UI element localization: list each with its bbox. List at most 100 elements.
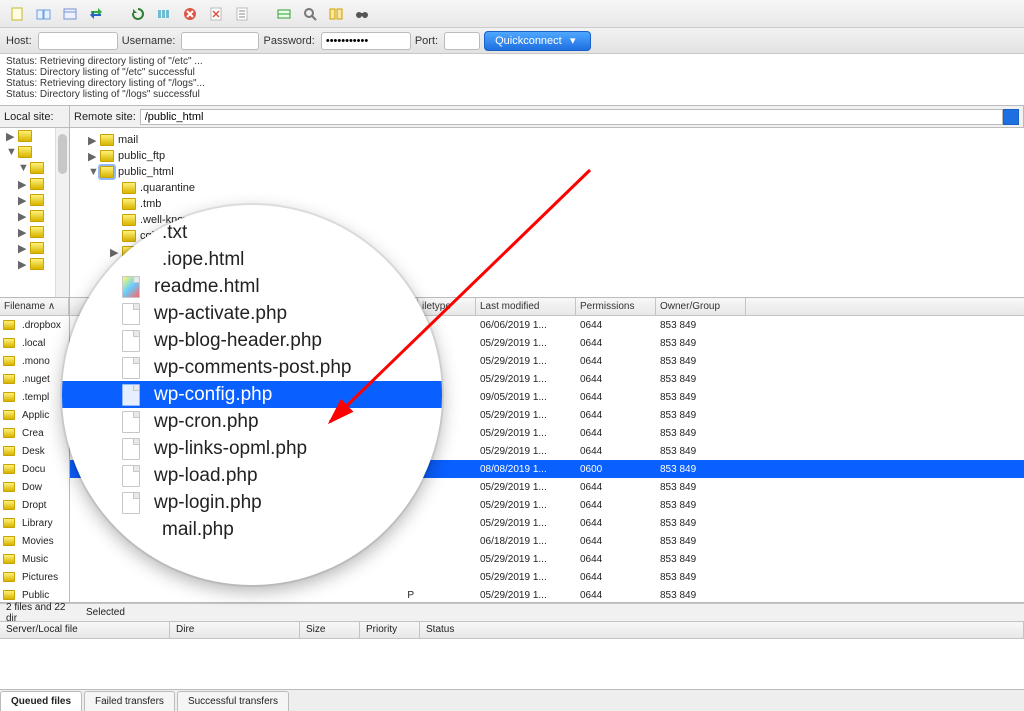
queue-col-size[interactable]: Size — [300, 622, 360, 638]
magnified-file-row: wp-links-opml.php — [62, 435, 442, 462]
bottom-tabs: Queued files Failed transfers Successful… — [0, 689, 1024, 711]
magnified-file-row: .iope.html — [62, 246, 442, 273]
file-icon — [122, 465, 140, 487]
delete-page-icon[interactable] — [206, 4, 226, 24]
file-icon — [122, 411, 140, 433]
remote-site-cell: Remote site: — [70, 106, 1024, 127]
local-file-row[interactable]: Movies — [0, 532, 69, 550]
port-input[interactable] — [444, 32, 480, 50]
password-label: Password: — [263, 35, 314, 47]
local-columns-header[interactable]: Filename ∧ — [0, 298, 69, 316]
page-icon[interactable] — [8, 4, 28, 24]
file-icon — [122, 438, 140, 460]
magnified-file-row: .txt — [62, 219, 442, 246]
file-icon — [122, 303, 140, 325]
local-status-text: 2 files and 22 dir — [6, 602, 66, 624]
cancel-icon[interactable] — [180, 4, 200, 24]
local-file-row[interactable]: .templ — [0, 388, 69, 406]
magnified-file-row: wp-config.php — [62, 381, 442, 408]
toggle-icon[interactable] — [274, 4, 294, 24]
file-icon — [122, 357, 140, 379]
filter-icon[interactable] — [154, 4, 174, 24]
magnified-file-row: wp-comments-post.php — [62, 354, 442, 381]
connection-bar: Host: Username: Password: Port: Quickcon… — [0, 28, 1024, 54]
remote-file-row[interactable]: P05/29/2019 1...0644853 849 — [70, 586, 1024, 602]
magnified-file-row: wp-cron.php — [62, 408, 442, 435]
log-line: Status: Retrieving directory listing of … — [6, 56, 1018, 67]
quickconnect-button[interactable]: Quickconnect ▾ — [484, 31, 591, 51]
queue-body[interactable] — [0, 639, 1024, 689]
magnified-file-row: wp-login.php — [62, 489, 442, 516]
magnified-file-row: wp-blog-header.php — [62, 327, 442, 354]
local-file-row[interactable]: Dropt — [0, 496, 69, 514]
search-icon[interactable] — [300, 4, 320, 24]
queue-col-serverfile[interactable]: Server/Local file — [0, 622, 170, 638]
queue-col-dir[interactable]: Dire — [170, 622, 300, 638]
arrows-icon[interactable] — [86, 4, 106, 24]
queue-col-priority[interactable]: Priority — [360, 622, 420, 638]
host-input[interactable] — [38, 32, 118, 50]
list-status-strip: 2 files and 22 dir Selected — [0, 603, 1024, 621]
queue-col-status[interactable]: Status — [420, 622, 1024, 638]
host-label: Host: — [6, 35, 32, 47]
local-file-list[interactable]: Filename ∧ .dropbox.local.mono.nuget.tem… — [0, 298, 70, 602]
magnified-file-row: wp-load.php — [62, 462, 442, 489]
window-icon[interactable] — [60, 4, 80, 24]
log-panel[interactable]: Status: Retrieving directory listing of … — [0, 54, 1024, 106]
tabs-icon[interactable] — [34, 4, 54, 24]
magnifier-overlay: .txt.iope.htmlreadme.htmlwp-activate.php… — [62, 205, 442, 585]
file-icon — [122, 330, 140, 352]
tab-failed[interactable]: Failed transfers — [84, 691, 175, 711]
remote-col-modified[interactable]: Last modified — [476, 298, 576, 315]
magnified-file-row: wp-activate.php — [62, 300, 442, 327]
local-tree[interactable]: ▶▼▼▶▶▶▶▶▶ — [0, 128, 70, 297]
compare-icon[interactable] — [326, 4, 346, 24]
remote-tree-node[interactable]: ▼public_html — [78, 164, 1016, 180]
tab-queued[interactable]: Queued files — [0, 691, 82, 711]
file-icon — [122, 276, 140, 298]
username-input[interactable] — [181, 32, 259, 50]
list-page-icon[interactable] — [232, 4, 252, 24]
local-file-row[interactable]: Crea — [0, 424, 69, 442]
local-file-row[interactable]: Applic — [0, 406, 69, 424]
password-input[interactable] — [321, 32, 411, 50]
port-label: Port: — [415, 35, 438, 47]
remote-tree-node[interactable]: ▶public_ftp — [78, 148, 1016, 164]
remote-path-input[interactable] — [140, 109, 1003, 125]
log-line: Status: Directory listing of "/logs" suc… — [6, 89, 1018, 100]
file-icon — [122, 492, 140, 514]
remote-path-dropdown-icon[interactable] — [1003, 109, 1019, 125]
site-paths-bar: Local site: Remote site: — [0, 106, 1024, 128]
local-file-row[interactable]: Pictures — [0, 568, 69, 586]
local-file-row[interactable]: .local — [0, 334, 69, 352]
local-file-row[interactable]: Music — [0, 550, 69, 568]
remote-col-permissions[interactable]: Permissions — [576, 298, 656, 315]
log-line: Status: Retrieving directory listing of … — [6, 78, 1018, 89]
local-file-row[interactable]: Desk — [0, 442, 69, 460]
remote-tree-node[interactable]: .quarantine — [78, 180, 1016, 196]
local-file-row[interactable]: Public — [0, 586, 69, 602]
local-file-row[interactable]: .mono — [0, 352, 69, 370]
main-toolbar — [0, 0, 1024, 28]
local-file-row[interactable]: Library — [0, 514, 69, 532]
local-file-row[interactable]: .nuget — [0, 370, 69, 388]
local-site-cell: Local site: — [0, 106, 70, 127]
file-icon — [122, 384, 140, 406]
remote-site-label: Remote site: — [74, 111, 136, 123]
local-file-row[interactable]: Dow — [0, 478, 69, 496]
local-site-label: Local site: — [4, 111, 54, 123]
quickconnect-dropdown-icon[interactable]: ▾ — [566, 34, 580, 48]
log-line: Status: Directory listing of "/etc" succ… — [6, 67, 1018, 78]
queue-columns: Server/Local file Dire Size Priority Sta… — [0, 621, 1024, 639]
magnified-file-row: mail.php — [62, 516, 442, 543]
username-label: Username: — [122, 35, 176, 47]
remote-status-text: Selected — [86, 607, 125, 618]
local-file-row[interactable]: .dropbox — [0, 316, 69, 334]
tab-success[interactable]: Successful transfers — [177, 691, 289, 711]
local-col-filename[interactable]: Filename ∧ — [0, 298, 69, 315]
binoculars-icon[interactable] — [352, 4, 372, 24]
remote-tree-node[interactable]: ▶mail — [78, 132, 1016, 148]
refresh-icon[interactable] — [128, 4, 148, 24]
remote-col-owner[interactable]: Owner/Group — [656, 298, 746, 315]
local-file-row[interactable]: Docu — [0, 460, 69, 478]
